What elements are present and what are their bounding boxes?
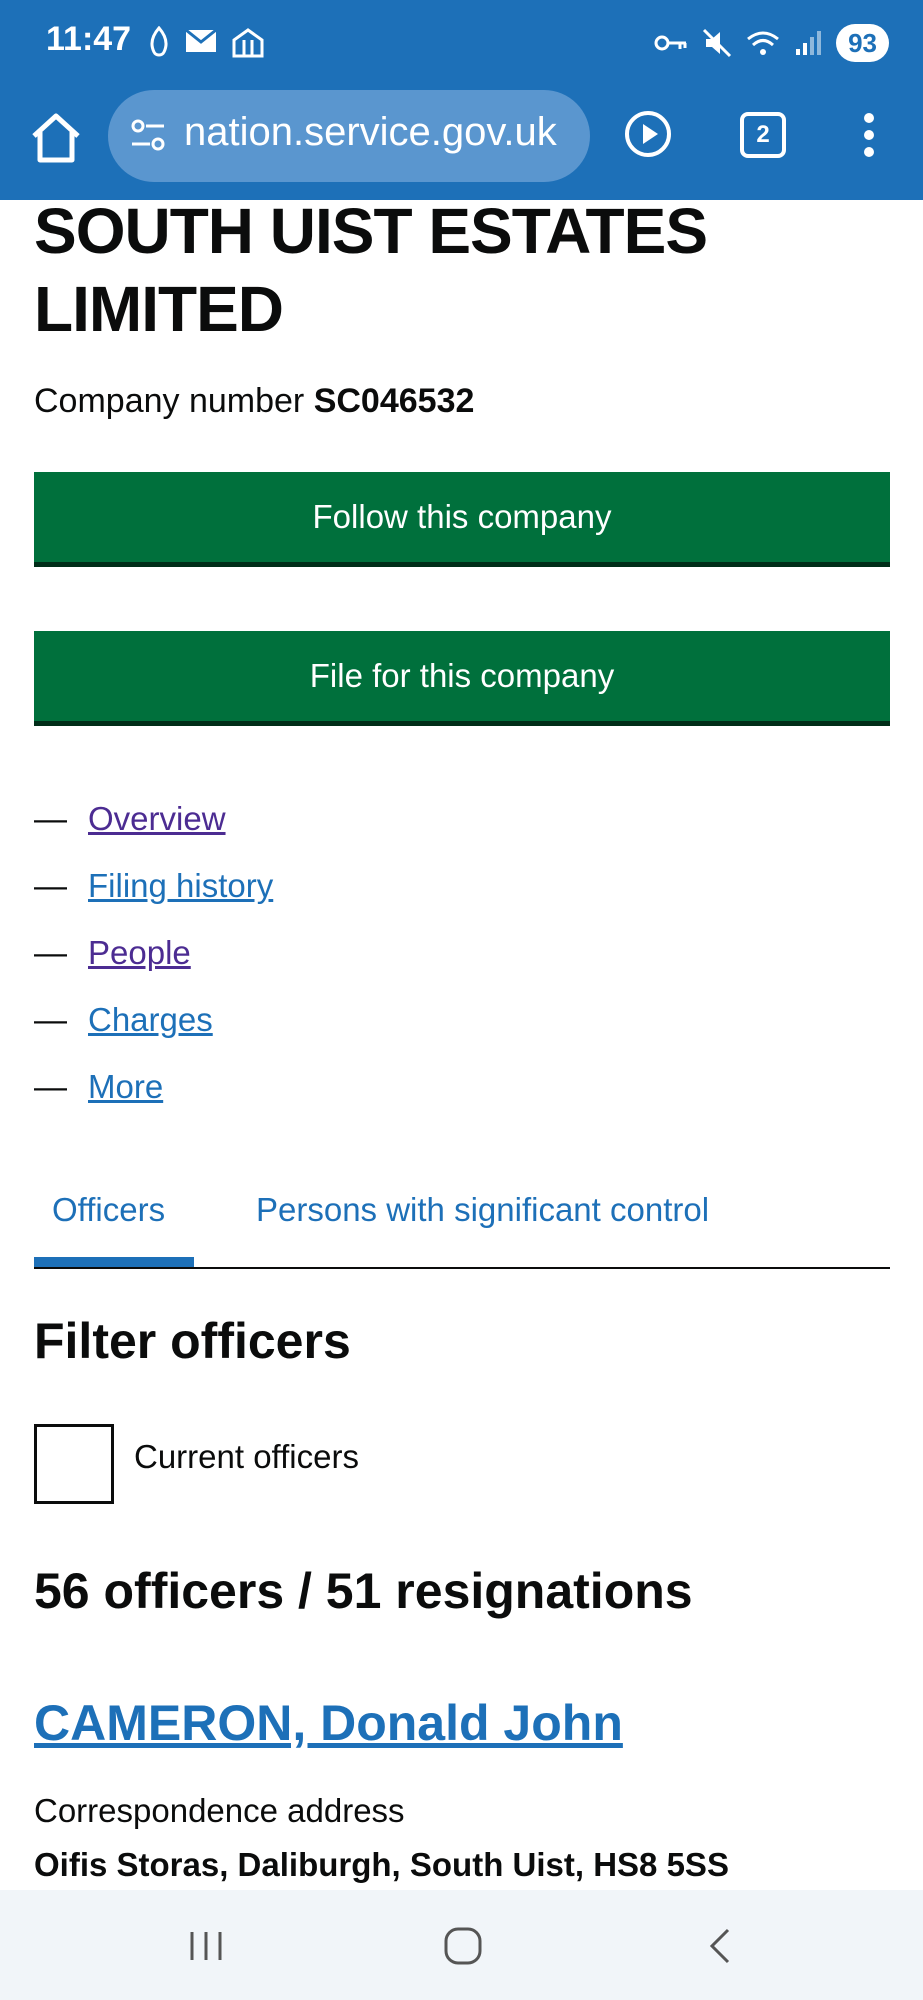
company-title: SOUTH UIST ESTATES LIMITED bbox=[34, 195, 708, 345]
company-number-value: SC046532 bbox=[313, 382, 475, 420]
nav-link-people[interactable]: People bbox=[88, 934, 191, 972]
browser-chrome: 11:47 93 nation.service.gov.uk 2 bbox=[0, 0, 923, 200]
tab-officers[interactable]: Officers bbox=[52, 1191, 165, 1229]
officer-count-heading: 56 officers / 51 resignations bbox=[34, 1563, 693, 1619]
nav-link-filing-history[interactable]: Filing history bbox=[88, 867, 273, 905]
tab-persons-with-significant-control[interactable]: Persons with significant control bbox=[256, 1191, 709, 1229]
address-bar[interactable]: nation.service.gov.uk bbox=[108, 90, 590, 182]
nav-link-overview[interactable]: Overview bbox=[88, 800, 226, 838]
home-icon[interactable] bbox=[28, 110, 84, 166]
food-icon bbox=[232, 28, 264, 58]
app-icon bbox=[150, 26, 168, 57]
current-officers-checkbox[interactable] bbox=[34, 1424, 114, 1504]
nav-dash: — bbox=[34, 867, 67, 904]
current-officers-label[interactable]: Current officers bbox=[134, 1438, 359, 1476]
home-nav-icon[interactable] bbox=[442, 1926, 484, 1966]
back-icon[interactable] bbox=[704, 1926, 734, 1966]
correspondence-address-value: Oifis Storas, Daliburgh, South Uist, HS8… bbox=[34, 1846, 729, 1883]
status-time: 11:47 bbox=[46, 20, 132, 58]
correspondence-address-label: Correspondence address bbox=[34, 1792, 405, 1829]
tab-switcher-button[interactable]: 2 bbox=[740, 112, 786, 158]
file-for-company-button[interactable]: File for this company bbox=[34, 631, 890, 721]
vpn-key-icon bbox=[654, 35, 687, 51]
officer-name-link[interactable]: CAMERON, Donald John bbox=[34, 1694, 623, 1752]
mail-icon bbox=[185, 28, 217, 52]
filter-heading: Filter officers bbox=[34, 1313, 351, 1369]
play-icon[interactable] bbox=[624, 110, 672, 158]
wifi-icon bbox=[747, 31, 780, 55]
company-number: Company number SC046532 bbox=[34, 382, 474, 421]
notification-icons bbox=[146, 26, 266, 60]
nav-dash: — bbox=[34, 800, 67, 837]
browser-toolbar: nation.service.gov.uk 2 bbox=[0, 90, 923, 182]
system-status: 93 bbox=[654, 24, 889, 62]
url-text: nation.service.gov.uk bbox=[184, 110, 557, 154]
nav-dash: — bbox=[34, 934, 67, 971]
nav-link-more[interactable]: More bbox=[88, 1068, 163, 1106]
follow-company-button[interactable]: Follow this company bbox=[34, 472, 890, 562]
nav-dash: — bbox=[34, 1068, 67, 1105]
recent-apps-icon[interactable] bbox=[186, 1926, 226, 1966]
company-number-label: Company number bbox=[34, 382, 305, 420]
system-navigation-bar bbox=[0, 1890, 923, 2000]
site-settings-icon[interactable] bbox=[128, 116, 168, 156]
nav-link-charges[interactable]: Charges bbox=[88, 1001, 213, 1039]
nav-dash: — bbox=[34, 1001, 67, 1038]
overflow-menu-icon[interactable] bbox=[862, 110, 876, 160]
mute-icon bbox=[703, 28, 732, 58]
signal-icon bbox=[796, 31, 822, 55]
active-tab-indicator bbox=[34, 1257, 194, 1267]
battery-indicator: 93 bbox=[836, 24, 889, 62]
people-tabs: Officers Persons with significant contro… bbox=[34, 1185, 890, 1269]
